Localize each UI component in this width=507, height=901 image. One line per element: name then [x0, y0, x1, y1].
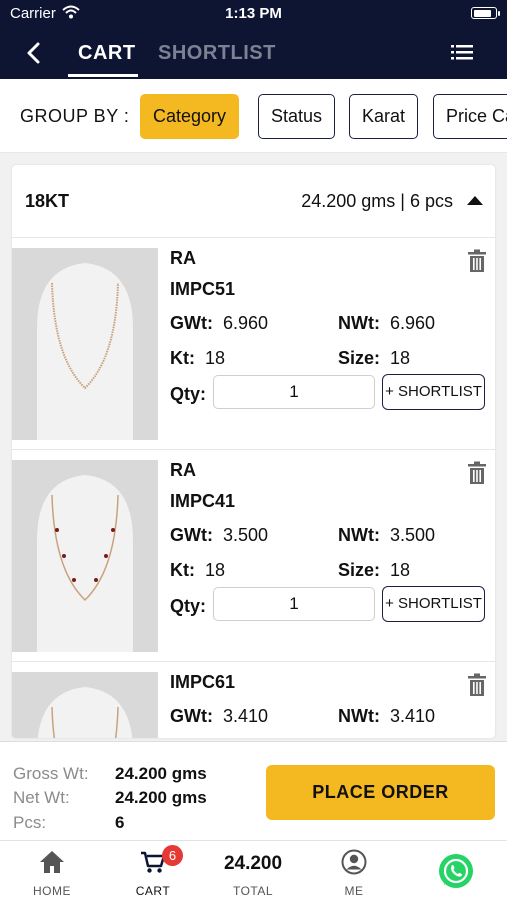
menu-icon[interactable] — [451, 43, 473, 61]
gwt-field: GWt: 3.410 — [170, 706, 268, 727]
nwt-value: 6.960 — [389, 313, 436, 333]
product-image[interactable] — [12, 460, 158, 652]
tab-home-label: HOME — [33, 884, 71, 898]
shortlist-button[interactable]: + SHORTLIST — [382, 586, 485, 622]
gwt-label: GWt: — [170, 525, 213, 545]
nwt-label: NWt: — [338, 313, 380, 333]
kt-label: Kt: — [170, 348, 195, 368]
kt-value: 18 — [205, 348, 226, 368]
size-label: Size: — [338, 348, 381, 368]
net-value: 24.200 gms — [115, 788, 207, 807]
nwt-value: 3.500 — [389, 525, 436, 545]
cart-list[interactable]: 18KT 24.200 gms | 6 pcs RA IMPC51 GWt: 6.… — [0, 153, 507, 741]
total-value: 24.200 — [223, 853, 283, 874]
net-label: Net Wt: — [13, 788, 70, 807]
caret-up-icon[interactable] — [467, 196, 483, 205]
tab-cart-label: CART — [135, 884, 171, 898]
size-value: 18 — [390, 560, 411, 580]
group-summary: 24.200 gms | 6 pcs — [301, 191, 453, 211]
nwt-field: NWt: 3.410 — [338, 706, 435, 727]
order-summary: Gross Wt: 24.200 gms Net Wt: 24.200 gms Pc… — [0, 741, 507, 840]
clock: 1:13 PM — [225, 5, 282, 22]
item-brand: RA — [170, 248, 196, 268]
gwt-value: 3.410 — [222, 706, 269, 726]
tab-cart-nav[interactable]: 6 CART — [113, 841, 193, 901]
item-brand: RA — [170, 460, 196, 480]
place-order-button[interactable]: PLACE ORDER — [266, 765, 495, 820]
net-weight-row: Net Wt: 24.200 gms — [13, 788, 207, 808]
pcs-label: Pcs: — [13, 813, 47, 832]
item-code: IMPC51 — [170, 279, 236, 299]
qty-label: Qty: — [170, 384, 206, 404]
trash-icon[interactable] — [467, 461, 487, 485]
list-item: IMPC61 GWt: 3.410 NWt: 3.410 — [12, 662, 495, 738]
back-arrow-icon[interactable] — [22, 38, 48, 68]
nwt-label: NWt: — [338, 525, 380, 545]
group-chip-price[interactable]: Price Ca — [433, 94, 507, 139]
whatsapp-icon[interactable] — [437, 852, 475, 890]
size-label: Size: — [338, 560, 381, 580]
kt-field: Kt: 18 — [170, 560, 225, 581]
size-field: Size: 18 — [338, 348, 410, 369]
trash-icon[interactable] — [467, 249, 487, 273]
group-chip-karat[interactable]: Karat — [349, 94, 419, 139]
kt-field: Kt: 18 — [170, 348, 225, 369]
nwt-value: 3.410 — [389, 706, 436, 726]
group-by-label: GROUP BY : — [20, 106, 130, 126]
kt-label: Kt: — [170, 560, 195, 580]
tab-me-label: ME — [344, 884, 364, 898]
item-code: IMPC41 — [170, 491, 236, 511]
product-image[interactable] — [12, 672, 158, 738]
tab-home[interactable]: HOME — [12, 841, 92, 901]
group-card: 18KT 24.200 gms | 6 pcs RA IMPC51 GWt: 6.… — [12, 165, 495, 738]
qty-input[interactable]: 1 — [213, 375, 375, 409]
top-bar: Carrier 1:13 PM CART SHORTLIST — [0, 0, 507, 79]
group-by-bar: GROUP BY : Category Status Karat Price C… — [0, 79, 507, 153]
pcs-row: Pcs: 6 — [13, 813, 124, 833]
gross-value: 24.200 gms — [115, 764, 207, 783]
shortlist-button[interactable]: + SHORTLIST — [382, 374, 485, 410]
pcs-value: 6 — [115, 813, 125, 832]
trash-icon[interactable] — [467, 673, 487, 697]
qty-label: Qty: — [170, 596, 206, 616]
size-field: Size: 18 — [338, 560, 410, 581]
nwt-field: NWt: 6.960 — [338, 313, 435, 334]
gross-weight-row: Gross Wt: 24.200 gms — [13, 764, 207, 784]
group-header[interactable]: 18KT 24.200 gms | 6 pcs — [12, 165, 495, 238]
gwt-label: GWt: — [170, 313, 213, 333]
group-chip-status[interactable]: Status — [258, 94, 336, 139]
item-code: IMPC61 — [170, 672, 236, 692]
cart-badge: 6 — [162, 845, 183, 866]
qty-input[interactable]: 1 — [213, 587, 375, 621]
status-bar: Carrier 1:13 PM — [0, 0, 507, 28]
gwt-field: GWt: 6.960 — [170, 313, 268, 334]
product-image[interactable] — [12, 248, 158, 440]
list-item: RA IMPC51 GWt: 6.960 NWt: 6.960 Kt: 18 Size… — [12, 238, 495, 450]
kt-value: 18 — [205, 560, 226, 580]
bottom-tab-bar: HOME 6 CART 24.200 TOTAL ME — [0, 840, 507, 900]
battery-icon — [471, 7, 500, 19]
tab-me[interactable]: ME — [314, 841, 394, 901]
group-karat: 18KT — [25, 191, 70, 211]
size-value: 18 — [390, 348, 411, 368]
nwt-label: NWt: — [338, 706, 380, 726]
group-chip-category[interactable]: Category — [140, 94, 240, 139]
tab-cart[interactable]: CART — [78, 42, 136, 65]
nwt-field: NWt: 3.500 — [338, 525, 435, 546]
tab-total-label: TOTAL — [232, 884, 274, 898]
gwt-field: GWt: 3.500 — [170, 525, 268, 546]
tab-total[interactable]: 24.200 TOTAL — [213, 841, 293, 901]
active-tab-indicator — [68, 74, 138, 77]
list-item: RA IMPC41 GWt: 3.500 NWt: 3.500 Kt: 18 Size… — [12, 450, 495, 662]
nav-row: CART SHORTLIST — [0, 28, 507, 79]
gross-label: Gross Wt: — [13, 764, 89, 783]
profile-icon — [341, 849, 367, 875]
home-icon — [40, 851, 64, 873]
gwt-value: 3.500 — [222, 525, 269, 545]
gwt-label: GWt: — [170, 706, 213, 726]
tab-shortlist[interactable]: SHORTLIST — [158, 42, 276, 65]
gwt-value: 6.960 — [222, 313, 269, 333]
